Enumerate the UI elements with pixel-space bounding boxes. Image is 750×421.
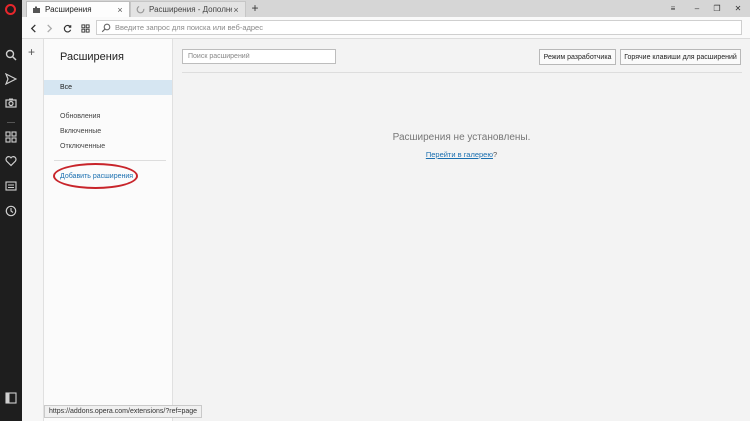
back-button[interactable] bbox=[26, 21, 40, 35]
opera-logo-icon[interactable] bbox=[5, 4, 16, 15]
address-toolbar bbox=[22, 17, 750, 39]
news-icon[interactable] bbox=[5, 180, 17, 192]
address-input[interactable] bbox=[115, 23, 715, 32]
tab-stash-icon[interactable]: ≡ bbox=[662, 0, 684, 17]
search-icon bbox=[101, 23, 111, 33]
extensions-main: Режим разработчика Горячие клавиши для р… bbox=[173, 39, 750, 421]
history-clock-icon[interactable] bbox=[5, 205, 17, 217]
extensions-search-input[interactable] bbox=[188, 53, 328, 60]
opera-sidebar bbox=[0, 0, 22, 421]
status-url-tooltip: https://addons.opera.com/extensions/?ref… bbox=[44, 405, 203, 418]
nav-item-disabled[interactable]: Отключенные bbox=[60, 143, 105, 150]
reload-button[interactable] bbox=[60, 21, 74, 35]
developer-mode-button[interactable]: Режим разработчика bbox=[539, 49, 616, 65]
speed-dial-button[interactable] bbox=[78, 21, 92, 35]
nav-item-all[interactable]: Все bbox=[44, 80, 172, 95]
sidebar-divider bbox=[7, 122, 15, 123]
nav-item-enabled[interactable]: Включенные bbox=[60, 128, 101, 135]
heart-icon[interactable] bbox=[5, 155, 17, 167]
tab-bar: Расширения × Расширения - Дополне × + ≡ … bbox=[22, 0, 750, 17]
nav-item-updates[interactable]: Обновления bbox=[60, 113, 100, 120]
extensions-nav-panel: Расширения Все Обновления Включенные Отк… bbox=[44, 39, 173, 421]
tab-title: Расширения bbox=[45, 5, 92, 14]
extension-hotkeys-button[interactable]: Горячие клавиши для расширений bbox=[620, 49, 741, 65]
gallery-prompt: Перейти в галерею? bbox=[173, 150, 750, 159]
sidebar-panel-column: + bbox=[22, 39, 44, 421]
speed-dial-icon[interactable] bbox=[5, 131, 17, 143]
search-icon[interactable] bbox=[5, 49, 17, 61]
tab-title: Расширения - Дополне bbox=[149, 5, 232, 14]
nav-divider bbox=[54, 160, 166, 161]
tab-close-icon[interactable]: × bbox=[232, 5, 240, 15]
tab-extensions-addons[interactable]: Расширения - Дополне × bbox=[130, 1, 246, 17]
gallery-link[interactable]: Перейти в галерею bbox=[426, 150, 493, 159]
forward-button[interactable] bbox=[42, 21, 56, 35]
minimize-button[interactable]: – bbox=[686, 0, 708, 17]
sidebar-toggle-icon[interactable] bbox=[5, 392, 17, 404]
add-sidebar-item-button[interactable]: + bbox=[28, 45, 35, 59]
loading-spinner-icon bbox=[136, 5, 145, 14]
tab-close-icon[interactable]: × bbox=[116, 5, 124, 15]
close-window-button[interactable]: ✕ bbox=[727, 0, 749, 17]
page-title: Расширения bbox=[60, 51, 124, 63]
restore-button[interactable]: ❐ bbox=[706, 0, 728, 17]
tab-extensions[interactable]: Расширения × bbox=[26, 1, 130, 17]
send-icon[interactable] bbox=[5, 73, 17, 85]
address-field[interactable] bbox=[96, 20, 742, 35]
empty-state-message: Расширения не установлены. bbox=[392, 132, 531, 143]
extensions-search-field[interactable] bbox=[182, 49, 336, 64]
main-divider bbox=[182, 72, 742, 73]
new-tab-button[interactable]: + bbox=[248, 1, 262, 16]
gallery-question-mark: ? bbox=[492, 150, 498, 159]
extensions-favicon-icon bbox=[32, 5, 41, 14]
camera-icon[interactable] bbox=[5, 97, 17, 109]
highlight-ellipse bbox=[53, 163, 138, 189]
